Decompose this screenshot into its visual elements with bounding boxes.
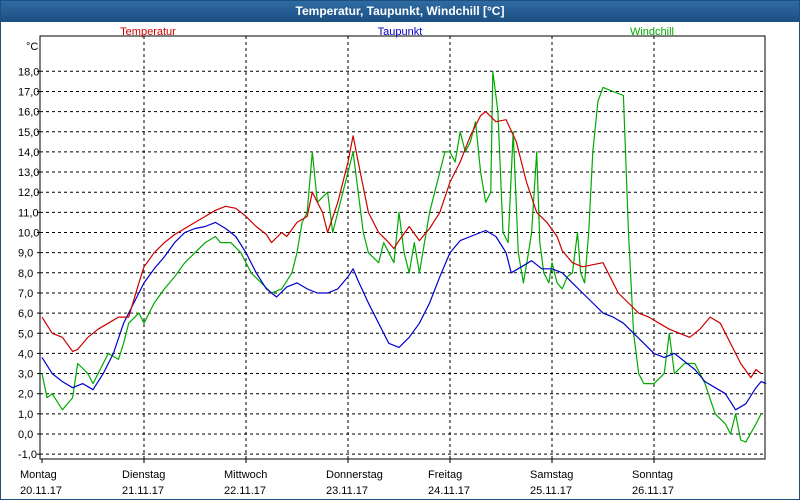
y-tick-label: 13,0 bbox=[18, 167, 39, 179]
y-tick-label: 5,0 bbox=[18, 328, 33, 340]
x-tick-date: 21.11.17 bbox=[122, 485, 164, 497]
y-tick-label: 1,0 bbox=[18, 409, 33, 421]
grid bbox=[40, 36, 765, 459]
y-tick-label: 18,0 bbox=[18, 66, 39, 78]
y-tick-label: 10,0 bbox=[18, 228, 39, 240]
x-tick-day: Mittwoch bbox=[224, 469, 267, 481]
x-tick-date: 23.11.17 bbox=[326, 485, 368, 497]
y-tick-label: 12,0 bbox=[18, 187, 39, 199]
y-tick-label: 17,0 bbox=[18, 86, 39, 98]
y-tick-label: 15,0 bbox=[18, 127, 39, 139]
y-tick-label: 0,0 bbox=[18, 429, 33, 441]
legend-item-taupunkt: Taupunkt bbox=[378, 26, 423, 38]
y-tick-label: 16,0 bbox=[18, 107, 39, 119]
plot-frame bbox=[39, 35, 766, 460]
legend-item-temperatur: Temperatur bbox=[120, 26, 176, 38]
x-tick-day: Dienstag bbox=[122, 469, 165, 481]
y-tick-label: 11,0 bbox=[18, 207, 39, 219]
x-tick-date: 26.11.17 bbox=[632, 485, 674, 497]
y-tick-label: -1,0 bbox=[18, 449, 37, 461]
x-tick-date: 22.11.17 bbox=[224, 485, 266, 497]
x-tick-date: 24.11.17 bbox=[428, 485, 470, 497]
y-tick-label: 4,0 bbox=[18, 348, 33, 360]
y-tick-label: 8,0 bbox=[18, 268, 33, 280]
series-lines bbox=[41, 70, 767, 443]
y-tick-label: 6,0 bbox=[18, 308, 33, 320]
chart-svg: °C -1,0 0,0 1,0 2,0 3,0 4,0 5,0 6,0 7,0 8,0 9,0 10,… bbox=[18, 26, 767, 497]
y-tick-label: 7,0 bbox=[18, 288, 33, 300]
x-tick-day: Sonntag bbox=[632, 469, 673, 481]
y-tick-label: 9,0 bbox=[18, 248, 33, 260]
y-axis-unit: °C bbox=[26, 41, 38, 53]
y-axis: °C -1,0 0,0 1,0 2,0 3,0 4,0 5,0 6,0 7,0 8,0 9,0 10,… bbox=[18, 41, 40, 461]
legend-item-windchill: Windchill bbox=[630, 26, 674, 38]
x-tick-date: 20.11.17 bbox=[20, 485, 62, 497]
x-axis: Montag 20.11.17 Dienstag 21.11.17 Mittwoch 22… bbox=[20, 459, 674, 497]
y-tick-label: 3,0 bbox=[18, 369, 33, 381]
x-tick-day: Samstag bbox=[530, 469, 573, 481]
series-line-windchill bbox=[41, 70, 762, 443]
y-tick-label: 2,0 bbox=[18, 389, 33, 401]
x-tick-day: Donnerstag bbox=[326, 469, 383, 481]
y-tick-label: 14,0 bbox=[18, 147, 39, 159]
x-tick-date: 25.11.17 bbox=[530, 485, 572, 497]
x-tick-day: Freitag bbox=[428, 469, 462, 481]
x-tick-day: Montag bbox=[20, 469, 57, 481]
